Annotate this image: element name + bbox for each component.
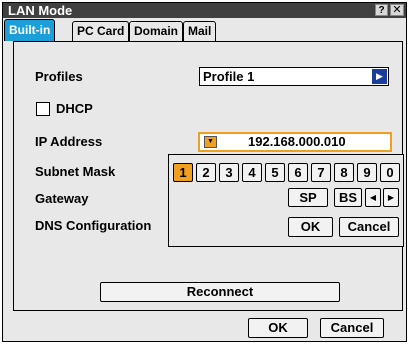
help-icon[interactable]: ? [375,4,388,16]
reconnect-button[interactable]: Reconnect [100,282,340,302]
key-9[interactable]: 9 [357,163,377,182]
dhcp-checkbox[interactable] [36,102,50,116]
tab-mail[interactable]: Mail [183,21,217,41]
tab-pc-card[interactable]: PC Card [72,21,130,41]
profile-value: Profile 1 [203,69,255,84]
chevron-right-icon[interactable]: ▶ [372,69,387,84]
key-0[interactable]: 0 [380,163,400,182]
keypad-cancel-button[interactable]: Cancel [339,217,399,237]
key-7[interactable]: 7 [311,163,331,182]
tab-domain[interactable]: Domain [129,21,184,41]
chevron-down-icon[interactable]: ▼ [204,136,217,148]
ip-keypad: 1 2 3 4 5 6 7 8 9 0 SP BS ◀ ▶ OK Cancel [168,154,404,247]
profiles-label: Profiles [35,69,83,84]
left-arrow-icon[interactable]: ◀ [365,188,381,207]
ip-address-label: IP Address [35,134,103,149]
right-arrow-icon[interactable]: ▶ [383,188,399,207]
dhcp-label: DHCP [56,101,93,116]
keypad-ok-button[interactable]: OK [288,217,333,237]
key-1[interactable]: 1 [173,163,193,182]
tab-built-in[interactable]: Built-in [4,19,56,41]
key-4[interactable]: 4 [242,163,262,182]
key-3[interactable]: 3 [219,163,239,182]
key-6[interactable]: 6 [288,163,308,182]
dns-configuration-label: DNS Configuration [35,218,152,233]
built-in-panel: Profiles Profile 1 ▶ DHCP IP Address ▼ 1… [13,41,404,311]
title-bar: LAN Mode ? ✕ [3,3,406,18]
space-key[interactable]: SP [288,188,328,207]
gateway-label: Gateway [35,191,89,206]
profile-select[interactable]: Profile 1 ▶ [199,67,389,86]
key-8[interactable]: 8 [334,163,354,182]
ip-address-value: 192.168.000.010 [248,134,346,149]
key-2[interactable]: 2 [196,163,216,182]
window-title: LAN Mode [8,3,73,18]
ip-address-field[interactable]: ▼ 192.168.000.010 [198,132,392,152]
subnet-mask-label: Subnet Mask [35,164,116,179]
key-5[interactable]: 5 [265,163,285,182]
tab-bar: Built-in PC Card Domain Mail [3,18,406,41]
ok-button[interactable]: OK [248,318,308,338]
lan-mode-window: LAN Mode ? ✕ Built-in PC Card Domain Mai… [2,2,407,342]
close-icon[interactable]: ✕ [390,4,404,16]
cancel-button[interactable]: Cancel [320,318,384,338]
backspace-key[interactable]: BS [334,188,362,207]
